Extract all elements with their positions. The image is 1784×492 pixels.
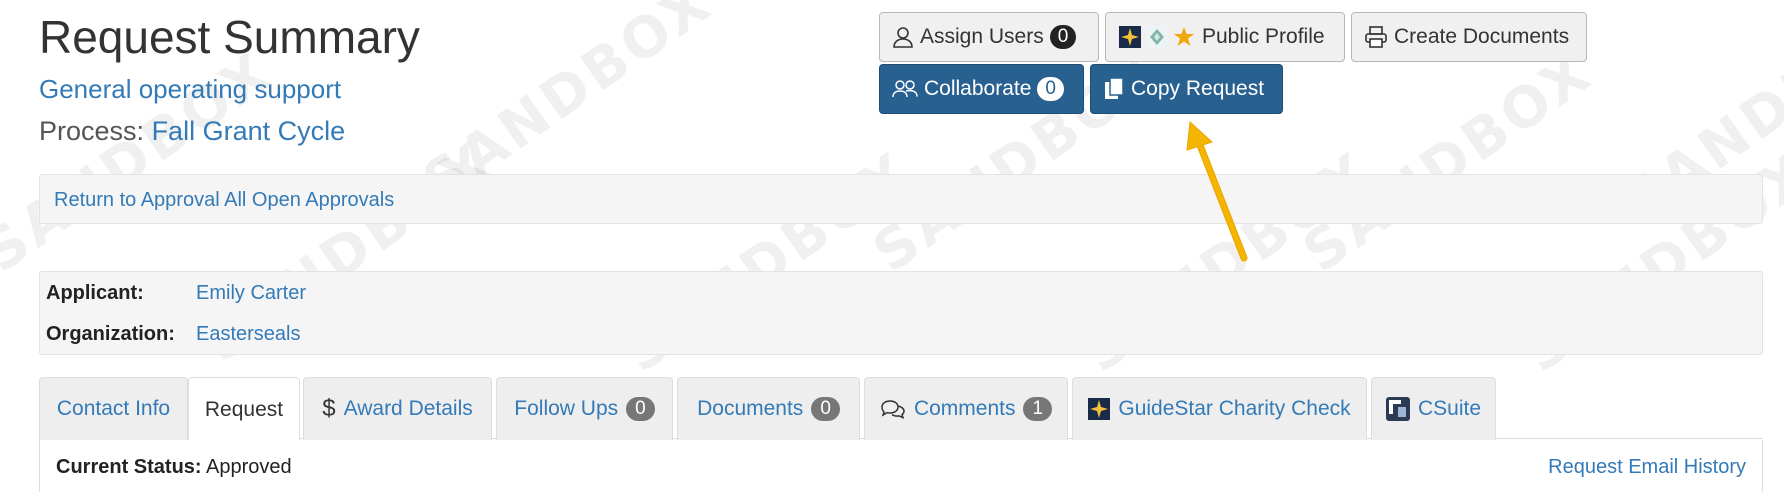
process-line: Process: Fall Grant Cycle (39, 116, 345, 147)
return-navigation-well: Return to Approval All Open Approvals (39, 174, 1763, 224)
current-status: Current Status: Approved (56, 456, 292, 479)
tab-contact-info[interactable]: Contact Info (39, 377, 188, 440)
assign-users-count-badge: 0 (1049, 25, 1077, 49)
process-link[interactable]: Fall Grant Cycle (152, 116, 346, 146)
tab-content-panel: Current Status: Approved Request Email H… (39, 440, 1763, 492)
return-to-approvals-link[interactable]: Return to Approval All Open Approvals (54, 189, 394, 212)
user-icon (892, 26, 914, 48)
tab-comments[interactable]: Comments 1 (864, 377, 1068, 440)
tab-follow-ups[interactable]: Follow Ups 0 (496, 377, 673, 440)
follow-ups-count-badge: 0 (626, 397, 655, 421)
copy-request-button[interactable]: Copy Request (1090, 64, 1283, 114)
public-profile-button[interactable]: Public Profile (1105, 12, 1345, 62)
tab-guidestar-charity-check[interactable]: GuideStar Charity Check (1072, 377, 1367, 440)
documents-count-badge: 0 (811, 397, 840, 421)
tab-label: Award Details (343, 397, 473, 420)
organization-link[interactable]: Easterseals (196, 323, 301, 346)
assign-users-label: Assign Users (920, 25, 1044, 48)
guidestar-icon (1088, 398, 1111, 420)
tab-csuite[interactable]: CSuite (1371, 377, 1496, 440)
applicant-info-well: Applicant: Emily Carter Organization: Ea… (39, 271, 1763, 355)
create-documents-button[interactable]: Create Documents (1351, 12, 1587, 62)
csuite-icon (1385, 397, 1410, 421)
collaborate-button[interactable]: Collaborate 0 (879, 64, 1084, 114)
tab-label: GuideStar Charity Check (1118, 397, 1351, 420)
process-label: Process: (39, 116, 145, 146)
tab-label: Comments (913, 397, 1016, 420)
tab-request[interactable]: Request (188, 377, 300, 441)
assign-users-button[interactable]: Assign Users 0 (879, 12, 1099, 62)
organization-row: Organization: Easterseals (46, 323, 301, 346)
printer-icon (1364, 26, 1388, 48)
create-documents-label: Create Documents (1394, 25, 1570, 48)
request-subtitle-link[interactable]: General operating support (39, 74, 341, 105)
users-icon (892, 79, 918, 99)
copy-icon (1103, 77, 1125, 101)
status-label: Current Status: (56, 456, 202, 478)
organization-label: Organization: (46, 323, 175, 345)
comments-icon (880, 399, 906, 419)
public-profile-label: Public Profile (1202, 25, 1325, 48)
dollar-icon: $ (322, 395, 336, 422)
page-title: Request Summary (39, 11, 420, 63)
tab-award-details[interactable]: $ Award Details (303, 377, 492, 440)
tab-documents[interactable]: Documents 0 (677, 377, 860, 440)
tab-label: CSuite (1417, 397, 1482, 420)
tab-label: Documents (697, 397, 804, 420)
request-tabs: Contact Info Request $ Award Details Fol… (39, 377, 1763, 441)
applicant-row: Applicant: Emily Carter (46, 282, 306, 305)
status-value: Approved (206, 456, 292, 478)
tab-label: Request (204, 397, 284, 421)
collaborate-count-badge: 0 (1037, 77, 1064, 101)
watermark-text: SANDBOX (1291, 39, 1605, 286)
collaborate-label: Collaborate (924, 77, 1032, 100)
tab-label: Contact Info (56, 397, 171, 420)
applicant-label: Applicant: (46, 282, 144, 304)
comments-count-badge: 1 (1023, 397, 1053, 421)
copy-request-label: Copy Request (1131, 77, 1265, 100)
request-email-history-link[interactable]: Request Email History (1548, 456, 1746, 479)
applicant-link[interactable]: Emily Carter (196, 282, 306, 305)
guidestar-badges-icon (1118, 25, 1196, 49)
tab-label: Follow Ups (514, 397, 619, 420)
